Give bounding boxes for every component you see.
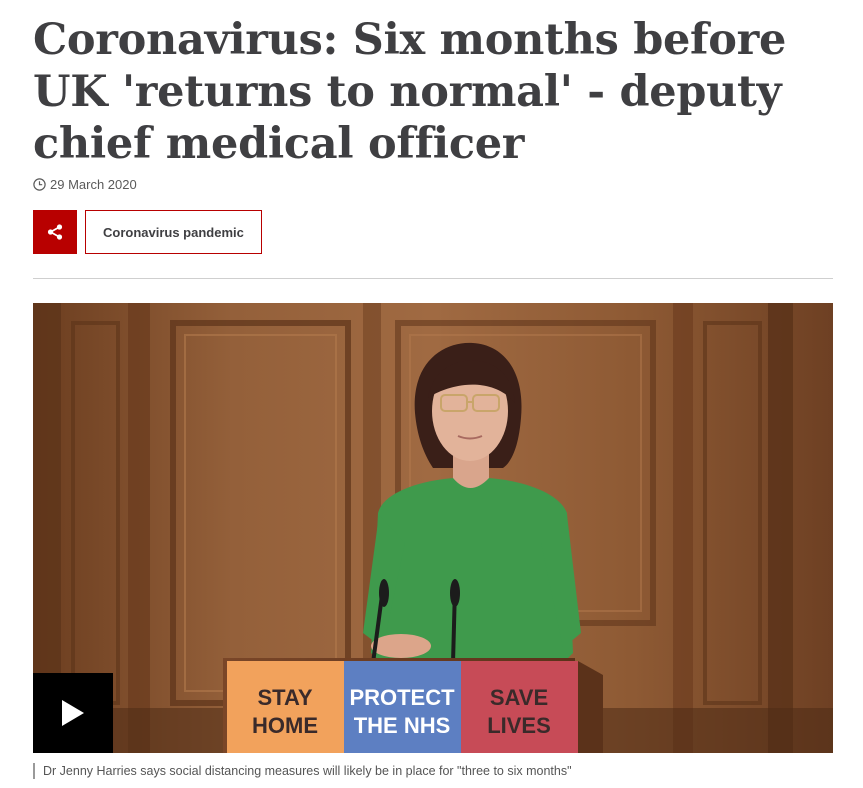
clock-icon [33, 178, 46, 191]
article-date: 29 March 2020 [50, 177, 137, 192]
play-button[interactable] [33, 673, 113, 753]
video-still-image: STAY HOME PROTECT THE NHS SAVE LIVES [33, 303, 833, 753]
play-icon [62, 700, 84, 726]
header-divider [33, 278, 833, 279]
podium-panel-2-line-1: PROTECT [349, 685, 455, 710]
share-icon [47, 224, 63, 240]
podium-panel-2-line-2: THE NHS [354, 713, 451, 738]
podium-panel-3-line-2: LIVES [487, 713, 551, 738]
share-button[interactable] [33, 210, 77, 254]
topic-tag-button[interactable]: Coronavirus pandemic [85, 210, 262, 254]
podium-panel-1-line-2: HOME [252, 713, 318, 738]
podium-panel-3-line-1: SAVE [490, 685, 548, 710]
video-player[interactable]: STAY HOME PROTECT THE NHS SAVE LIVES [33, 303, 833, 753]
article-headline: Coronavirus: Six months before UK 'retur… [33, 15, 787, 169]
video-caption: Dr Jenny Harries says social distancing … [33, 763, 572, 779]
podium-panel-1-line-1: STAY [257, 685, 312, 710]
article-dateline: 29 March 2020 [33, 177, 137, 192]
